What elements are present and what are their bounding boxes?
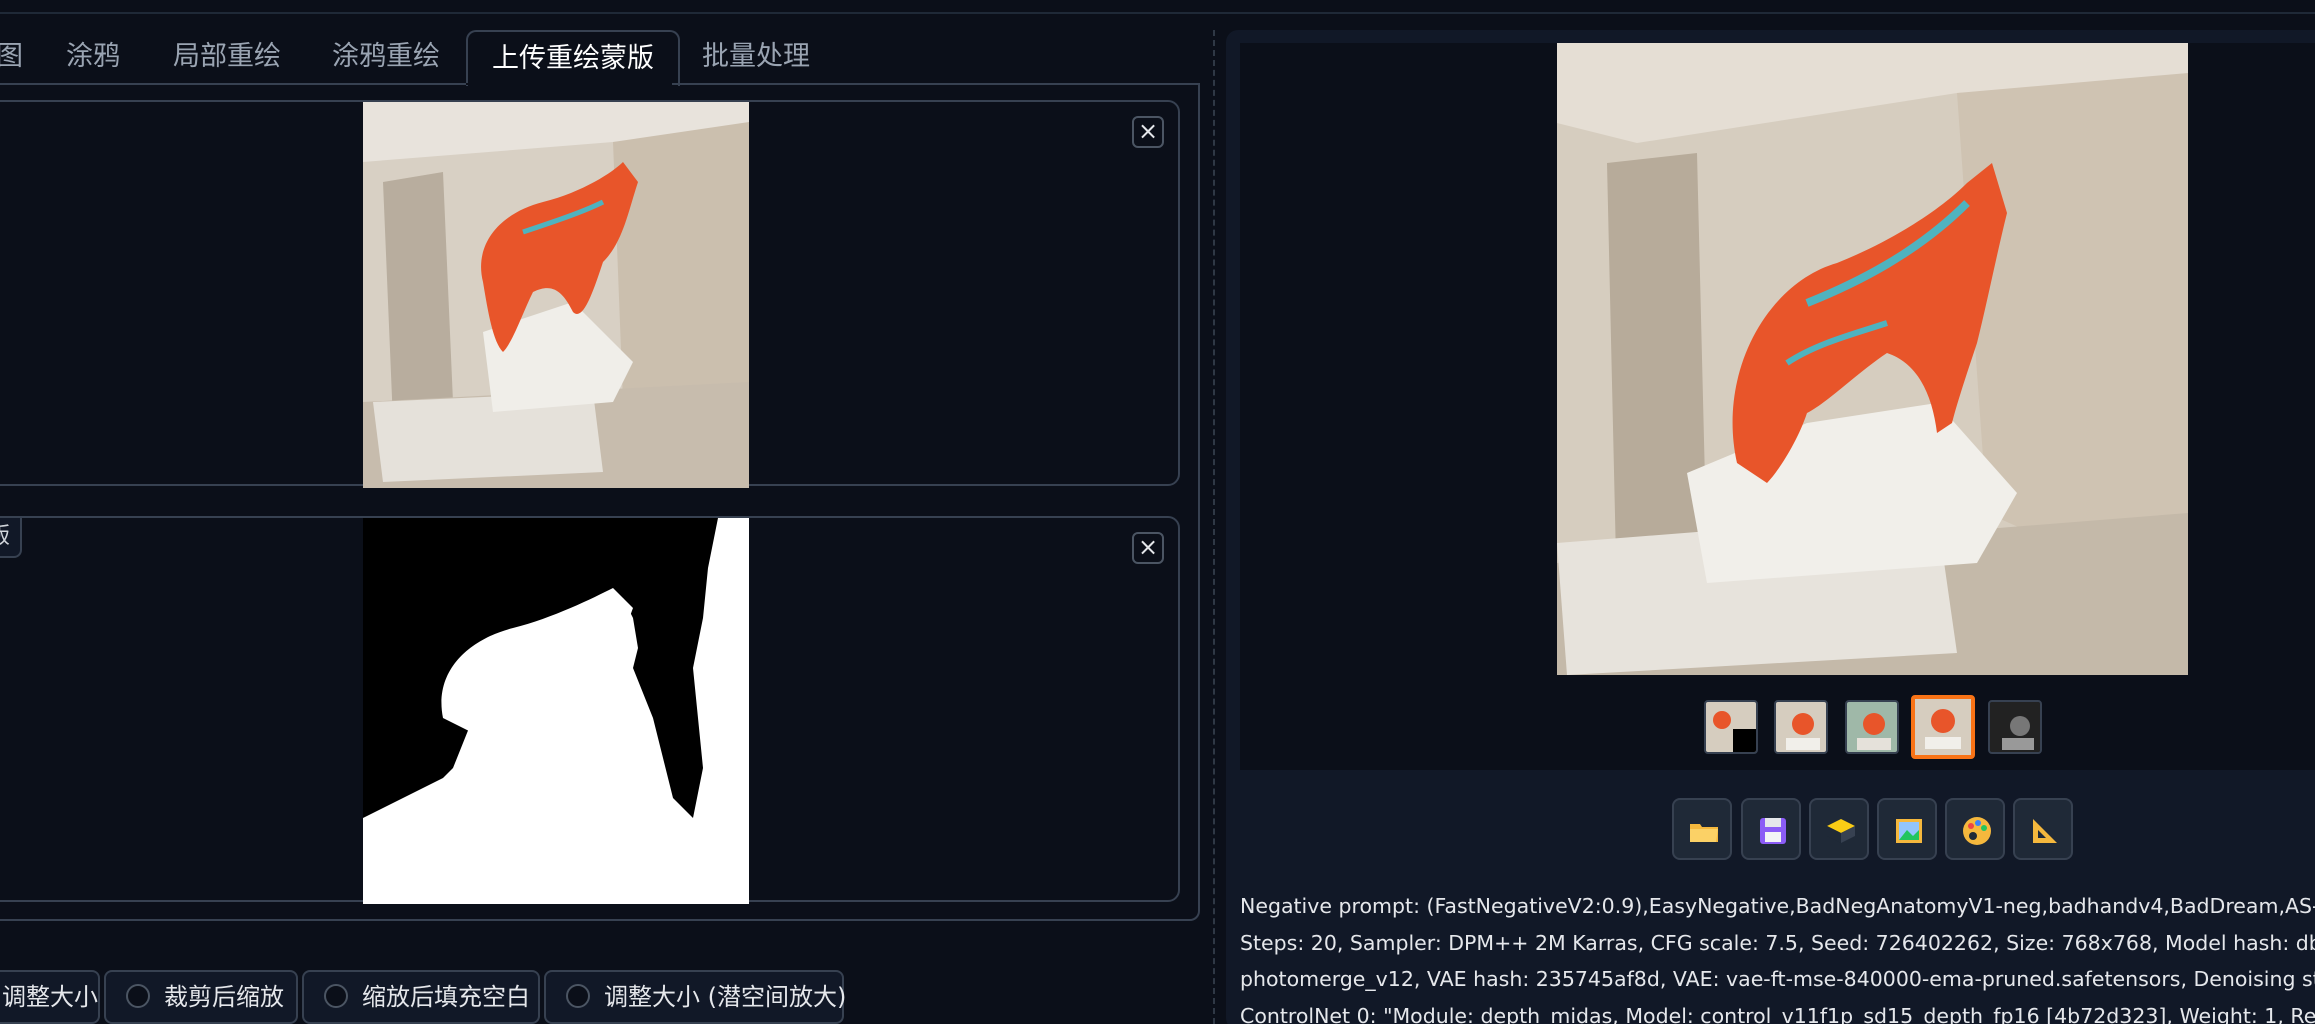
thumbnail-selected[interactable] bbox=[1911, 695, 1975, 759]
resize-mode-radio-group: 调整大小 裁剪后缩放 缩放后填充空白 调整大小 (潜空间放大) bbox=[0, 970, 1200, 1024]
save-button[interactable] bbox=[1741, 798, 1801, 860]
resize-mode-resize[interactable]: 调整大小 bbox=[0, 970, 100, 1024]
tab-inpaint[interactable]: 局部重绘 bbox=[173, 30, 281, 84]
column-divider bbox=[1213, 30, 1215, 1024]
output-image[interactable] bbox=[1557, 43, 2188, 675]
mask-image-upload[interactable]: 版 × bbox=[0, 516, 1180, 904]
img2img-tabs: 图 涂鸦 局部重绘 涂鸦重绘 上传重绘蒙版 批量处理 bbox=[0, 30, 1200, 86]
tab-img2img[interactable]: 图 bbox=[0, 30, 23, 84]
thumbnail[interactable] bbox=[1774, 700, 1828, 754]
mask-label: 版 bbox=[0, 516, 23, 558]
top-divider bbox=[0, 12, 2315, 14]
tab-batch[interactable]: 批量处理 bbox=[702, 30, 810, 84]
resize-mode-label: 调整大小 bbox=[2, 983, 98, 1011]
info-line: Steps: 20, Sampler: DPM++ 2M Karras, CFG… bbox=[1240, 930, 2315, 955]
tab-inpaint-sketch[interactable]: 涂鸦重绘 bbox=[332, 30, 440, 84]
send-to-img2img-button[interactable] bbox=[1877, 798, 1937, 860]
resize-mode-resize-fill[interactable]: 缩放后填充空白 bbox=[302, 970, 540, 1024]
info-line: Negative prompt: (FastNegativeV2:0.9),Ea… bbox=[1240, 894, 2315, 918]
open-folder-button[interactable] bbox=[1672, 798, 1732, 860]
radio-icon[interactable] bbox=[566, 984, 590, 1008]
thumbnail[interactable] bbox=[1845, 700, 1899, 754]
info-line: photomerge_v12, VAE hash: 235745af8d, VA… bbox=[1240, 967, 2315, 991]
send-to-extras-button[interactable] bbox=[2013, 798, 2073, 860]
thumbnail[interactable] bbox=[1988, 700, 2042, 754]
radio-icon[interactable] bbox=[126, 984, 150, 1008]
resize-mode-label: 裁剪后缩放 bbox=[164, 983, 284, 1011]
info-line: ControlNet 0: "Module: depth_midas, Mode… bbox=[1240, 1003, 2315, 1024]
thumbnail[interactable] bbox=[1704, 700, 1758, 754]
send-to-inpaint-button[interactable] bbox=[1945, 798, 2005, 860]
mask-image bbox=[363, 518, 749, 904]
zip-button[interactable] bbox=[1809, 798, 1869, 860]
radio-icon[interactable] bbox=[324, 984, 348, 1008]
tab-sketch[interactable]: 涂鸦 bbox=[66, 30, 120, 84]
resize-mode-label: 缩放后填充空白 bbox=[362, 983, 530, 1011]
resize-mode-latent-upscale[interactable]: 调整大小 (潜空间放大) bbox=[544, 970, 847, 1024]
close-icon[interactable]: × bbox=[1132, 116, 1164, 148]
generation-info: Negative prompt: (FastNegativeV2:0.9),Ea… bbox=[1240, 888, 2315, 1024]
resize-mode-crop-resize[interactable]: 裁剪后缩放 bbox=[104, 970, 298, 1024]
source-image-upload[interactable]: × bbox=[0, 100, 1180, 488]
close-icon[interactable]: × bbox=[1132, 532, 1164, 564]
tab-inpaint-upload[interactable]: 上传重绘蒙版 bbox=[466, 30, 680, 86]
resize-mode-label: 调整大小 (潜空间放大) bbox=[604, 983, 847, 1011]
source-image bbox=[363, 102, 749, 488]
